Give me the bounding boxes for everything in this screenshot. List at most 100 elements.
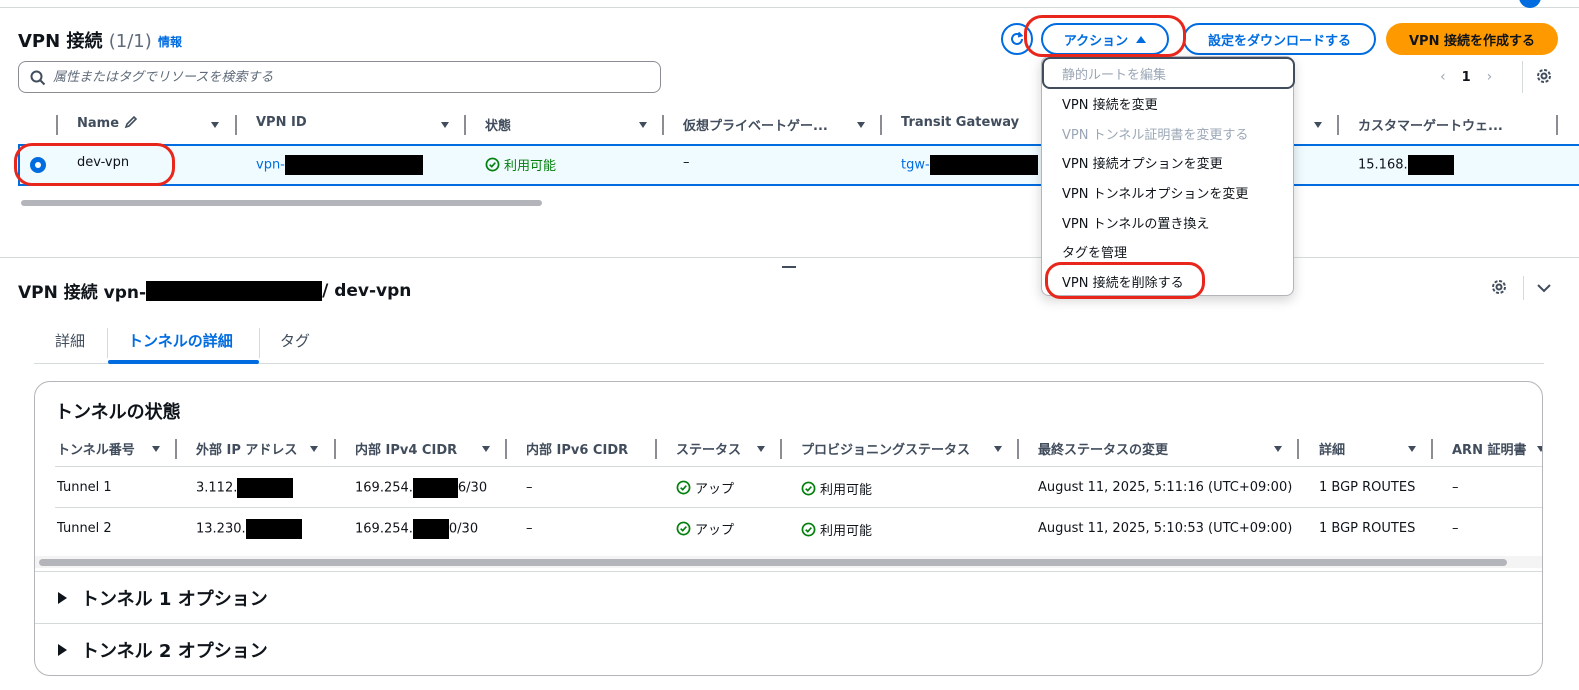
page-number[interactable]: 1 [1462, 70, 1471, 85]
row-cgw: 15.168. [1358, 155, 1454, 175]
info-link[interactable]: 情報 [158, 33, 182, 50]
sort-icon[interactable] [757, 446, 765, 452]
tab-tunnel-details[interactable]: トンネルの詳細 [128, 330, 233, 351]
sort-icon[interactable] [441, 122, 449, 128]
tab-tags[interactable]: タグ [280, 330, 310, 351]
menu-item-modify-tunnel-options[interactable]: VPN トンネルオプションを変更 [1062, 183, 1248, 202]
sort-icon[interactable] [482, 446, 490, 452]
column-header-name[interactable]: Name [77, 115, 138, 131]
column-divider [1431, 439, 1433, 459]
table-row[interactable] [18, 144, 1579, 186]
actions-button[interactable]: アクション [1041, 23, 1169, 55]
column-divider [235, 115, 237, 135]
gear-icon[interactable] [1490, 278, 1508, 296]
active-tab-indicator [108, 360, 259, 364]
sort-icon[interactable] [211, 122, 219, 128]
check-circle-icon [676, 521, 691, 536]
sort-icon[interactable] [310, 446, 318, 452]
sort-icon[interactable] [1537, 446, 1542, 452]
refresh-button[interactable] [1001, 23, 1033, 55]
gear-icon[interactable] [1535, 67, 1553, 85]
status-text: アップ [695, 482, 735, 497]
column-header-provisioning[interactable]: プロビジョニングステータス [801, 439, 970, 458]
menu-item-modify-vpn-options[interactable]: VPN 接続オプションを変更 [1062, 153, 1223, 172]
redacted-block [929, 155, 1038, 175]
redacted-block [412, 519, 449, 539]
redacted-block [237, 478, 294, 498]
scrollbar-thumb[interactable] [39, 559, 1507, 566]
actions-button-label: アクション [1063, 33, 1129, 49]
row-status: 利用可能 [485, 155, 556, 174]
sort-icon[interactable] [152, 446, 160, 452]
tab-details[interactable]: 詳細 [55, 330, 85, 351]
check-circle-icon [801, 522, 816, 537]
row-tgw-link[interactable]: tgw- [901, 155, 1038, 175]
tunnel1-status: アップ [676, 478, 734, 497]
tunnel2-provisioning: 利用可能 [801, 520, 872, 539]
column-divider [175, 439, 177, 459]
column-header-status[interactable]: ステータス [676, 439, 741, 458]
redacted-block [284, 155, 423, 175]
tunnel1-last-change: August 11, 2025, 5:11:16 (UTC+09:00) [1038, 480, 1293, 495]
menu-item-modify-tunnel-cert: VPN トンネル証明書を変更する [1062, 128, 1249, 143]
sort-icon[interactable] [639, 122, 647, 128]
detail-title-prefix: VPN 接続 vpn- [18, 283, 147, 303]
column-header-vpn-id[interactable]: VPN ID [256, 115, 307, 130]
column-header-transit-gateway[interactable]: Transit Gateway [901, 115, 1019, 130]
sort-icon[interactable] [994, 446, 1002, 452]
column-divider [1017, 439, 1019, 459]
tunnel1-provisioning: 利用可能 [801, 479, 872, 498]
row-vpn-id-link[interactable]: vpn- [256, 155, 423, 175]
sort-icon[interactable] [1274, 446, 1282, 452]
column-header-tunnel-number[interactable]: トンネル番号 [57, 439, 135, 458]
create-vpn-button[interactable]: VPN 接続を作成する [1386, 23, 1558, 55]
row-vgw: – [683, 155, 690, 170]
row-divider [55, 507, 1542, 508]
column-header-detail[interactable]: 詳細 [1319, 439, 1345, 458]
sort-icon[interactable] [1408, 446, 1416, 452]
tgw-text: tgw- [901, 157, 930, 173]
sort-icon[interactable] [857, 122, 865, 128]
horizontal-scrollbar[interactable] [18, 199, 1579, 207]
scrollbar-thumb[interactable] [21, 200, 542, 206]
top-edge [0, 0, 1579, 8]
column-header-inside-ipv4[interactable]: 内部 IPv4 CIDR [355, 439, 457, 458]
menu-item-modify-vpn[interactable]: VPN 接続を変更 [1062, 94, 1158, 113]
search-input[interactable] [53, 64, 653, 90]
column-header-state[interactable]: 状態 [485, 115, 511, 134]
menu-item-delete-vpn[interactable]: VPN 接続を削除する [1062, 272, 1184, 291]
column-header-last-change[interactable]: 最終ステータスの変更 [1038, 439, 1168, 458]
actions-menu: 静的ルートを編集 VPN 接続を変更 VPN トンネル証明書を変更する VPN … [1041, 56, 1295, 296]
tunnel1-arn: – [1452, 480, 1459, 495]
tunnel2-last-change: August 11, 2025, 5:10:53 (UTC+09:00) [1038, 521, 1293, 536]
download-config-button[interactable]: 設定をダウンロードする [1183, 23, 1376, 55]
column-header-vgw[interactable]: 仮想プライベートゲー... [683, 115, 828, 134]
status-text: 利用可能 [820, 483, 873, 498]
cidr-suffix: 6/30 [457, 480, 488, 496]
tab-divider [259, 328, 260, 358]
column-header-outside-ip[interactable]: 外部 IP アドレス [196, 439, 297, 458]
tunnel2-options-expander[interactable]: トンネル 2 オプション [35, 623, 1542, 675]
next-page-icon[interactable]: › [1487, 69, 1493, 85]
menu-item-replace-tunnel[interactable]: VPN トンネルの置き換え [1062, 213, 1209, 232]
column-header-arn[interactable]: ARN 証明書 [1452, 439, 1526, 458]
sort-icon[interactable] [1314, 122, 1322, 128]
pencil-icon [124, 115, 137, 129]
column-header-cgw[interactable]: カスタマーゲートウェ... [1358, 115, 1503, 134]
prev-page-icon[interactable]: ‹ [1440, 69, 1446, 85]
status-text: アップ [695, 523, 735, 538]
horizontal-scrollbar[interactable] [35, 556, 1542, 568]
menu-item-manage-tags[interactable]: タグを管理 [1062, 242, 1127, 261]
ip-text: 3.112. [196, 480, 238, 496]
refresh-icon [1011, 31, 1024, 45]
tunnel1-number: Tunnel 1 [57, 480, 112, 495]
divider [1523, 276, 1524, 300]
split-panel-resize-handle[interactable] [782, 266, 796, 268]
check-circle-icon [676, 480, 691, 495]
tunnel1-options-expander[interactable]: トンネル 1 オプション [35, 571, 1542, 623]
row-radio-selected[interactable] [30, 157, 46, 173]
redacted-block [412, 478, 458, 498]
chevron-down-icon[interactable] [1536, 281, 1552, 295]
redacted-block [1407, 155, 1454, 175]
column-header-inside-ipv6[interactable]: 内部 IPv6 CIDR [526, 439, 628, 458]
